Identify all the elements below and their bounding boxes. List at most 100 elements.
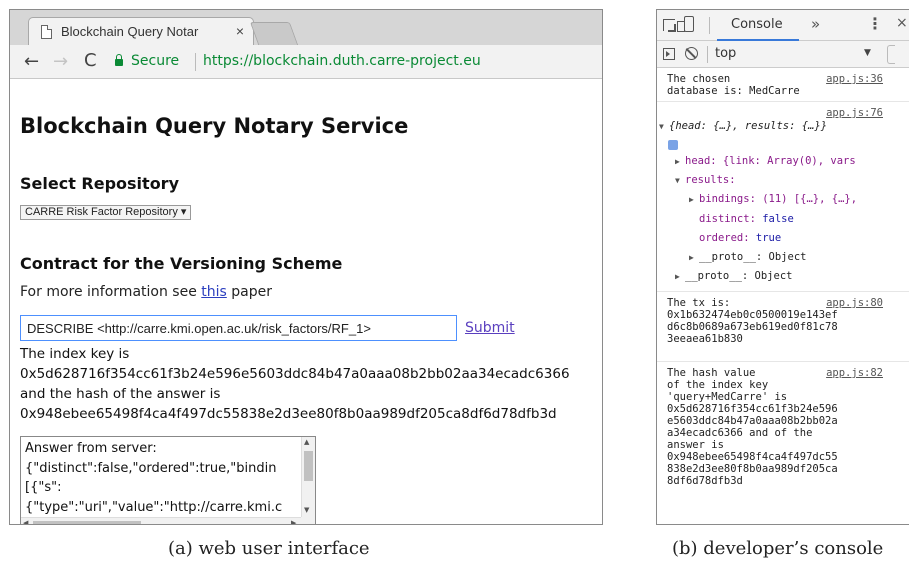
browser-window: Blockchain Query Notar × ← → C Secure ht… bbox=[9, 9, 603, 525]
ordered-value: true bbox=[755, 232, 782, 244]
close-icon[interactable]: × bbox=[896, 15, 908, 31]
results-property: results: bbox=[685, 174, 736, 186]
object-summary[interactable]: ▼ {head: {…}, results: {…}} bbox=[659, 120, 828, 133]
answer-hash-value: 0x948ebee65498f4ca4f497dc55838e2d3ee80f8… bbox=[20, 406, 557, 422]
dropdown-caret-icon: ▼ bbox=[864, 48, 871, 58]
tab-console[interactable]: Console bbox=[717, 10, 799, 41]
answer-content: Answer from server: {"distinct":false,"o… bbox=[25, 439, 301, 517]
result-text: The index key is 0x5d628716f354cc61f3b24… bbox=[20, 344, 570, 424]
more-tabs-icon[interactable]: » bbox=[811, 15, 820, 33]
tree-row-distinct: distinct: false bbox=[699, 213, 794, 226]
page-icon bbox=[41, 25, 52, 39]
inspect-element-icon[interactable] bbox=[663, 19, 676, 32]
query-input[interactable]: DESCRIBE <http://carre.kmi.open.ac.uk/ri… bbox=[20, 315, 457, 341]
browser-tab[interactable]: Blockchain Query Notar × bbox=[28, 17, 254, 45]
answer-hash-label: and the hash of the answer is bbox=[20, 386, 221, 402]
collapsed-triangle-icon[interactable]: ▶ bbox=[689, 252, 699, 264]
horizontal-scrollbar[interactable]: ◀ ▶ bbox=[21, 517, 303, 524]
collapsed-triangle-icon[interactable]: ▶ bbox=[675, 156, 685, 168]
secure-label[interactable]: Secure bbox=[131, 53, 179, 69]
answer-line: {"type":"uri","value":"http://carre.kmi.… bbox=[25, 499, 283, 515]
context-value: top bbox=[715, 46, 737, 61]
source-link[interactable]: app.js:76 bbox=[826, 107, 883, 120]
repository-select[interactable]: CARRE Risk Factor Repository ▾ bbox=[20, 205, 192, 220]
answer-textarea[interactable]: Answer from server: {"distinct":false,"o… bbox=[20, 436, 316, 524]
scroll-right-icon[interactable]: ▶ bbox=[291, 519, 296, 524]
resize-handle[interactable] bbox=[301, 517, 315, 524]
source-link[interactable]: app.js:80 bbox=[826, 297, 883, 310]
message-text: The hash value bbox=[667, 367, 756, 379]
tree-row-bindings[interactable]: ▶ bindings: (11) [{…}, {…}, bbox=[689, 193, 858, 206]
scroll-left-icon[interactable]: ◀ bbox=[23, 519, 28, 524]
close-tab-icon[interactable]: × bbox=[236, 23, 244, 39]
forward-icon[interactable]: → bbox=[53, 51, 68, 72]
context-select[interactable]: top ▼ bbox=[715, 45, 895, 64]
scroll-thumb[interactable] bbox=[33, 521, 141, 524]
tree-row-proto-outer[interactable]: ▶ __proto__: Object bbox=[675, 270, 793, 283]
message-text: 'query+MedCarre' is bbox=[667, 391, 788, 403]
collapsed-triangle-icon[interactable]: ▶ bbox=[675, 271, 685, 283]
device-toolbar-icon[interactable] bbox=[677, 16, 694, 32]
reload-icon[interactable]: C bbox=[84, 50, 97, 71]
console-sidebar-icon[interactable] bbox=[663, 48, 675, 60]
new-tab-button[interactable] bbox=[249, 22, 299, 45]
message-text: 8df6d78dfb3d bbox=[667, 475, 743, 487]
tab-title: Blockchain Query Notar bbox=[61, 24, 199, 39]
contract-heading: Contract for the Versioning Scheme bbox=[20, 254, 343, 273]
caption-dev-console: (b) developer’s console bbox=[672, 538, 884, 559]
message-text: The chosen bbox=[667, 73, 731, 85]
caption-web-ui: (a) web user interface bbox=[168, 538, 370, 559]
bindings-property: bindings: (11) [{…}, {…}, bbox=[699, 193, 858, 205]
console-message: The chosen app.js:36 database is: MedCar… bbox=[657, 68, 909, 102]
info-icon bbox=[668, 140, 678, 150]
tree-row-head[interactable]: ▶ head: {link: Array(0), vars bbox=[675, 155, 856, 168]
distinct-key: distinct: bbox=[699, 213, 763, 225]
index-key-label: The index key is bbox=[20, 346, 130, 362]
page-title: Blockchain Query Notary Service bbox=[20, 114, 409, 138]
address-bar[interactable]: https://blockchain.duth.carre-project.eu bbox=[203, 53, 481, 69]
browser-toolbar: ← → C Secure https://blockchain.duth.car… bbox=[10, 45, 602, 79]
vertical-scrollbar[interactable]: ▲ ▼ bbox=[301, 437, 315, 517]
paper-link[interactable]: this bbox=[201, 284, 227, 300]
source-link[interactable]: app.js:36 bbox=[826, 73, 883, 86]
expanded-triangle-icon[interactable]: ▼ bbox=[659, 121, 669, 133]
tree-row-proto-inner[interactable]: ▶ __proto__: Object bbox=[689, 251, 807, 264]
more-info-suffix: paper bbox=[226, 284, 272, 300]
submit-link[interactable]: Submit bbox=[465, 320, 515, 336]
back-icon[interactable]: ← bbox=[24, 51, 39, 72]
devtools-tabbar: Console » ⋮ × bbox=[657, 10, 909, 41]
scroll-thumb[interactable] bbox=[304, 451, 313, 481]
filter-input[interactable] bbox=[887, 45, 895, 64]
message-text: e5603ddc84b47a0aaa08b2bb02a bbox=[667, 415, 838, 427]
message-text: 0x1b632474eb0c0500019e143ef bbox=[667, 309, 838, 321]
tab-strip: Blockchain Query Notar × bbox=[10, 10, 602, 45]
tree-row-ordered: ordered: true bbox=[699, 232, 782, 245]
message-text: 0x5d628716f354cc61f3b24e596 bbox=[667, 403, 838, 415]
answer-line: [{"s": bbox=[25, 480, 62, 495]
scroll-up-icon[interactable]: ▲ bbox=[304, 438, 309, 446]
scroll-down-icon[interactable]: ▼ bbox=[304, 506, 309, 514]
tree-row-results[interactable]: ▼ results: bbox=[675, 174, 736, 187]
lock-icon[interactable] bbox=[115, 54, 123, 66]
console-filter-bar: top ▼ bbox=[657, 41, 909, 68]
expanded-triangle-icon[interactable]: ▼ bbox=[675, 175, 685, 187]
toolbar-divider bbox=[707, 46, 708, 63]
more-info-text: For more information see this paper bbox=[20, 284, 272, 300]
devtools-panel: Console » ⋮ × top ▼ The chosen app.js:36… bbox=[656, 9, 909, 525]
proto-inner-text: __proto__: Object bbox=[699, 251, 807, 263]
answer-line: Answer from server: bbox=[25, 441, 157, 456]
source-link[interactable]: app.js:82 bbox=[826, 367, 883, 380]
message-text: answer is bbox=[667, 439, 724, 451]
clear-console-icon[interactable] bbox=[685, 47, 698, 60]
message-text: database is: MedCarre bbox=[667, 85, 800, 97]
message-text: 0x948ebee65498f4ca4f497dc55 bbox=[667, 451, 838, 463]
object-summary-text: {head: {…}, results: {…}} bbox=[669, 120, 828, 132]
collapsed-triangle-icon[interactable]: ▶ bbox=[689, 194, 699, 206]
proto-outer-text: __proto__: Object bbox=[685, 270, 793, 282]
more-info-prefix: For more information see bbox=[20, 284, 202, 300]
message-text: a34ecadc6366 and of the bbox=[667, 427, 813, 439]
ordered-key: ordered: bbox=[699, 232, 756, 244]
menu-icon[interactable]: ⋮ bbox=[867, 14, 883, 33]
message-text: 838e2d3ee80f8b0aa989df205ca bbox=[667, 463, 838, 475]
url-divider bbox=[195, 53, 196, 71]
